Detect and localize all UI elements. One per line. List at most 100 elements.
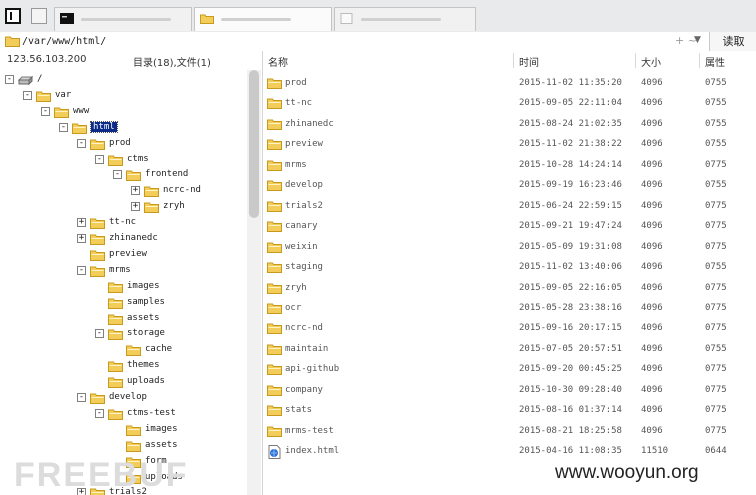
file-time: 2015-09-21 19:47:24 [519,221,622,232]
column-time[interactable]: 时间 [519,54,539,69]
tree-item[interactable]: + zhinanedc [0,231,247,247]
collapse-icon[interactable]: - [95,408,104,418]
expand-icon[interactable]: + [131,186,140,196]
file-attr: 0644 [705,446,727,457]
scroll-thumb[interactable] [249,70,259,218]
file-row[interactable]: zhinanedc 2015-08-24 21:02:35 4096 0755 [263,114,756,135]
file-row[interactable]: weixin 2015-05-09 19:31:08 4096 0775 [263,237,756,258]
tree-item[interactable]: - mrms [0,263,247,279]
expand-icon[interactable]: + [77,218,86,228]
tree-item[interactable]: - develop [0,390,247,406]
tree-item[interactable]: - ctms-test [0,406,247,422]
wooyun-watermark: www.wooyun.org [555,462,699,483]
folder-icon [126,344,141,357]
tab-terminal[interactable] [54,7,192,31]
file-row[interactable]: index.html 2015-04-16 11:08:35 11510 0644 [263,441,756,462]
expand-icon[interactable]: + [77,234,86,243]
tab-file-manager[interactable] [194,7,332,31]
tree-item[interactable]: images [0,279,247,295]
tree-item[interactable]: + zryh [0,199,247,215]
tree-item[interactable]: + ncrc-nd [0,183,247,199]
path-input[interactable]: /var/www/html/ [22,36,106,47]
tree-item[interactable]: assets [0,311,247,327]
panel-toggle-icon[interactable] [5,8,21,24]
folder-icon [267,322,282,335]
html-file-icon [267,445,282,460]
tree-item[interactable]: - www [0,104,247,120]
tree-item[interactable]: - / [0,72,247,88]
tree-scrollbar[interactable] [247,70,261,495]
folder-icon [267,138,282,151]
tree-item[interactable]: - storage [0,326,247,342]
collapse-icon[interactable]: - [95,329,104,339]
file-row[interactable]: canary 2015-09-21 19:47:24 4096 0775 [263,216,756,237]
chevron-down-icon[interactable]: ▼ [694,35,701,45]
new-tab-icon[interactable] [31,8,47,24]
collapse-icon[interactable]: - [113,170,122,180]
file-size: 4096 [641,302,663,313]
file-row[interactable]: api-github 2015-09-20 00:45:25 4096 0775 [263,359,756,380]
collapse-icon[interactable]: - [59,122,68,132]
folder-icon [126,169,141,182]
file-row[interactable]: prod 2015-11-02 11:35:20 4096 0755 [263,73,756,94]
terminal-icon [60,13,74,24]
tree-item-label: var [55,89,72,100]
tree-item[interactable]: - frontend [0,167,247,183]
folder-icon [267,343,282,355]
collapse-icon[interactable]: - [77,138,86,148]
tree-item[interactable]: themes [0,358,247,374]
column-attr[interactable]: 属性 [705,54,725,69]
file-row[interactable]: ncrc-nd 2015-09-16 20:17:15 4096 0775 [263,318,756,339]
folder-icon [5,36,20,47]
file-attr: 0775 [705,282,727,293]
tree-item[interactable]: - var [0,88,247,104]
file-time: 2015-05-09 19:31:08 [519,241,622,252]
folder-icon [108,408,123,420]
file-row[interactable]: company 2015-10-30 09:28:40 4096 0775 [263,380,756,401]
file-row[interactable]: maintain 2015-07-05 20:57:51 4096 0755 [263,339,756,360]
file-row[interactable]: preview 2015-11-02 21:38:22 4096 0755 [263,134,756,155]
tree-item[interactable]: - ctms [0,152,247,168]
tree-item[interactable]: preview [0,247,247,263]
collapse-icon[interactable]: - [23,90,32,100]
folder-icon [267,200,282,212]
collapse-icon[interactable]: - [5,75,14,84]
folder-icon [267,384,282,396]
tree-item[interactable]: images [0,422,247,438]
tree-item-label: develop [109,392,147,402]
tree-item[interactable]: - html [0,120,247,136]
column-name[interactable]: 名称 [268,54,288,69]
tree-item[interactable]: samples [0,295,247,311]
tree-item[interactable]: uploads [0,374,247,390]
collapse-icon[interactable]: - [41,106,50,116]
file-row[interactable]: mrms 2015-10-28 14:24:14 4096 0775 [263,155,756,176]
tab-bar [0,0,756,33]
file-row[interactable]: stats 2015-08-16 01:37:14 4096 0775 [263,400,756,421]
file-row[interactable]: staging 2015-11-02 13:40:06 4096 0755 [263,257,756,278]
file-row[interactable]: develop 2015-09-19 16:23:46 4096 0755 [263,175,756,196]
column-size[interactable]: 大小 [641,54,661,69]
collapse-icon[interactable]: - [95,154,104,164]
file-row[interactable]: mrms-test 2015-08-21 18:25:58 4096 0775 [263,421,756,442]
file-row[interactable]: tt-nc 2015-09-05 22:11:04 4096 0755 [263,93,756,114]
file-size: 4096 [641,343,663,354]
collapse-icon[interactable]: - [77,393,86,402]
tree-item[interactable]: assets [0,438,247,454]
file-name: ocr [285,302,302,313]
file-time: 2015-11-02 13:40:06 [519,262,622,273]
file-name: mrms [285,159,307,170]
tree-item[interactable]: + tt-nc [0,215,247,231]
file-name: weixin [285,241,318,252]
folder-icon [90,138,105,150]
tab-other[interactable] [334,7,476,31]
expand-icon[interactable]: + [131,202,140,212]
folder-icon [36,90,51,102]
tree-item[interactable]: cache [0,342,247,358]
collapse-icon[interactable]: - [77,265,86,275]
file-row[interactable]: ocr 2015-05-28 23:38:16 4096 0775 [263,298,756,319]
read-button[interactable]: 读取 [709,32,756,51]
file-row[interactable]: zryh 2015-09-05 22:16:05 4096 0775 [263,278,756,299]
file-row[interactable]: trials2 2015-06-24 22:59:15 4096 0775 [263,196,756,217]
tree-item[interactable]: - prod [0,136,247,152]
folder-icon [144,185,159,198]
